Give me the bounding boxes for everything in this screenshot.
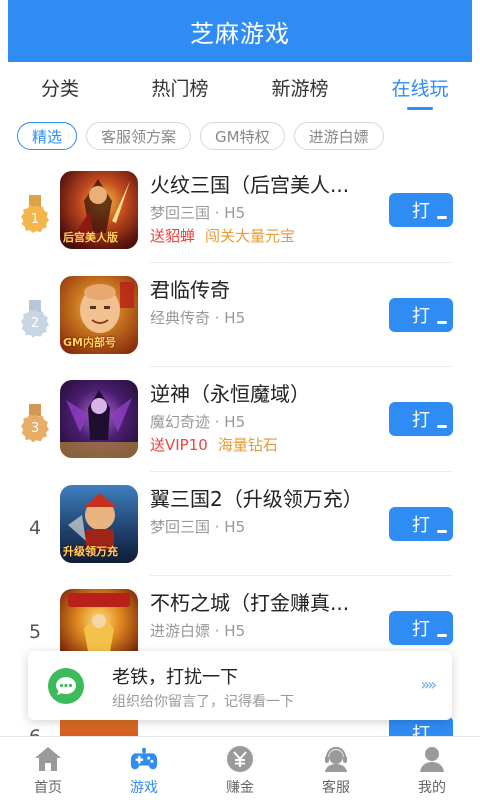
gold-medal-icon: 1	[20, 195, 50, 233]
play-button-label: 打	[412, 305, 430, 327]
icon-caption: 后宫美人版	[63, 231, 118, 244]
active-tab-indicator	[407, 107, 433, 110]
top-tabs: 分类 热门榜 新游榜 在线玩	[0, 62, 480, 112]
toast-title: 老铁，打扰一下	[112, 667, 238, 688]
chip-free-play[interactable]: 进游白嫖	[293, 122, 384, 150]
play-button[interactable]: 打	[389, 402, 453, 437]
nav-label: 游戏	[130, 780, 158, 796]
play-button-label: 打	[412, 514, 430, 536]
tag-orange: 海量钻石	[217, 436, 278, 455]
play-button-label: 打	[412, 201, 430, 222]
bottom-nav: 首页 游戏 赚金 客服 我的	[0, 736, 480, 800]
game-info: 火纹三国（后宫美人... 梦回三国 · H5 送貂蝉 闯关大量元宝	[150, 170, 386, 247]
list-item[interactable]: 4 升级领万充 翼三国2（升级领万充） 梦回三国 · H5 打	[0, 472, 480, 577]
play-button[interactable]: 打	[389, 193, 453, 227]
game-category: 经典传奇 · H5	[150, 308, 246, 327]
game-category: 梦回三国 · H5	[150, 204, 246, 222]
rank-number: 5	[28, 621, 42, 644]
rank-badge: 5	[18, 612, 52, 652]
tab-label: 热门榜	[151, 77, 209, 100]
nav-label: 客服	[322, 780, 350, 796]
chip-service-plan[interactable]: 客服领方案	[86, 122, 192, 150]
chat-bubble-icon	[48, 668, 84, 704]
tab-category[interactable]: 分类	[0, 62, 120, 112]
game-info: 不朽之城（打金赚真... 进游白嫖 · H5	[150, 588, 386, 642]
game-name: 翼三国2（升级领万充）	[150, 486, 363, 511]
game-info: 翼三国2（升级领万充） 梦回三国 · H5	[150, 484, 386, 538]
headset-icon	[322, 745, 350, 773]
chip-featured[interactable]: 精选	[17, 122, 78, 150]
game-tags: 送貂蝉 闯关大量元宝	[150, 225, 386, 247]
nav-label: 我的	[418, 780, 446, 796]
tab-label: 新游榜	[271, 77, 329, 100]
filter-chips: 精选 客服领方案 GM特权 进游白嫖	[0, 116, 480, 156]
toast-message: 组织给你留言了，记得看一下	[112, 694, 294, 710]
game-name: 不朽之城（打金赚真...	[150, 591, 350, 616]
list-item[interactable]: 1 后宫美人版 火纹三国（后宫美人... 梦回三国 · H5 送貂蝉 闯关大量元宝	[0, 158, 480, 263]
list-item[interactable]: 2 GM内部号 君临传奇 经典传奇 · H5 打	[0, 263, 480, 368]
game-icon[interactable]	[60, 380, 138, 459]
tab-hot-ranking[interactable]: 热门榜	[120, 62, 240, 112]
message-toast[interactable]: 老铁，打扰一下 组织给你留言了，记得看一下 »»	[28, 651, 452, 720]
play-button[interactable]: 打	[389, 297, 453, 332]
nav-profile[interactable]: 我的	[384, 737, 480, 800]
chip-gm-privilege[interactable]: GM特权	[200, 122, 285, 150]
rank-badge: 2	[18, 299, 52, 339]
tab-label: 分类	[40, 77, 79, 100]
home-icon	[34, 745, 62, 773]
play-button-label: 打	[412, 619, 430, 641]
game-name: 火纹三国（后宫美人...	[150, 173, 350, 197]
game-tags: 送VIP10 海量钻石	[150, 434, 386, 456]
tag-orange: 闯关大量元宝	[205, 227, 296, 245]
icon-caption: 升级领万充	[63, 544, 118, 558]
game-name: 逆神（永恒魔域）	[150, 382, 310, 407]
rank-badge: 4	[18, 508, 52, 548]
tab-label: 在线玩	[391, 77, 449, 100]
nav-home[interactable]: 首页	[0, 737, 96, 800]
double-chevron-right-icon[interactable]: »»	[420, 675, 436, 694]
play-button-label: 打	[412, 410, 430, 432]
page-title: 芝麻游戏	[190, 19, 290, 48]
tab-new-ranking[interactable]: 新游榜	[240, 62, 360, 112]
game-info: 逆神（永恒魔域） 魔幻奇迹 · H5 送VIP10 海量钻石	[150, 379, 386, 456]
yen-coin-icon	[226, 745, 254, 773]
tag-red: 送VIP10	[150, 436, 208, 455]
game-name: 君临传奇	[150, 277, 230, 302]
title-bar: 芝麻游戏	[8, 0, 472, 62]
nav-customer-service[interactable]: 客服	[288, 737, 384, 800]
person-icon	[418, 745, 446, 773]
game-category: 魔幻奇迹 · H5	[150, 413, 246, 432]
bronze-medal-icon: 3	[20, 404, 50, 443]
silver-medal-icon: 2	[20, 299, 50, 338]
game-category: 梦回三国 · H5	[150, 517, 246, 536]
game-info: 君临传奇 经典传奇 · H5	[150, 275, 386, 329]
game-icon[interactable]: 升级领万充	[60, 484, 138, 563]
nav-games[interactable]: 游戏	[96, 737, 192, 800]
list-item[interactable]: 3 逆神（永恒魔域） 魔幻奇迹 · H5 送VIP10 海量钻石 打	[0, 367, 480, 472]
rank-badge: 1	[18, 194, 52, 234]
icon-caption: GM内部号	[63, 335, 116, 349]
gamepad-icon	[130, 745, 158, 773]
dark-hero-art-icon	[60, 390, 138, 459]
nav-earn-gold[interactable]: 赚金	[192, 737, 288, 800]
play-button[interactable]: 打	[389, 506, 453, 541]
app-screen: 芝麻游戏 分类 热门榜 新游榜 在线玩 精选 客服领方案 GM特权 进游白嫖 1	[0, 0, 480, 800]
tag-red: 送貂蝉	[150, 227, 196, 245]
rank-number: 4	[28, 516, 42, 539]
game-category: 进游白嫖 · H5	[150, 622, 246, 641]
game-icon[interactable]: GM内部号	[60, 275, 138, 354]
game-icon[interactable]: 后宫美人版	[60, 171, 138, 249]
nav-label: 首页	[34, 780, 62, 796]
rank-badge: 3	[18, 403, 52, 443]
nav-label: 赚金	[226, 780, 254, 796]
play-button[interactable]: 打	[389, 611, 453, 646]
tab-play-online[interactable]: 在线玩	[360, 62, 480, 112]
